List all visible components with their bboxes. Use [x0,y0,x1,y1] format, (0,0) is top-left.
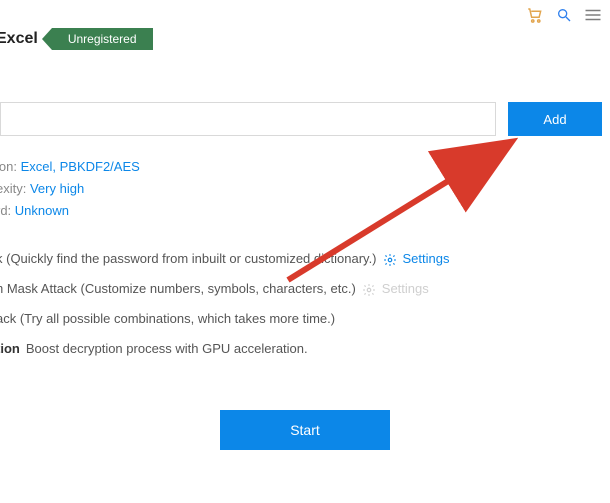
file-row: Add [0,102,610,136]
file-details: ion: Excel, PBKDF2/AES exity: Very high … [0,156,610,222]
complexity-row: exity: Very high [0,178,610,200]
unregistered-badge: Unregistered [52,28,153,50]
password-value: Unknown [15,203,69,218]
attack-options: k (Quickly find the password from inbuil… [0,244,610,364]
complexity-label: exity: [0,181,26,196]
bruteforce-attack-option[interactable]: ack (Try all possible combinations, whic… [0,304,610,334]
gear-icon[interactable] [383,244,397,274]
encryption-value: Excel, PBKDF2/AES [21,159,140,174]
mask-settings-link: Settings [382,274,429,304]
dictionary-attack-text: k (Quickly find the password from inbuil… [0,244,377,274]
file-path-input[interactable] [0,102,496,136]
topbar [526,6,602,27]
start-button[interactable]: Start [220,410,390,450]
gpu-option-bold: tion [0,334,20,364]
gpu-option[interactable]: tion Boost decryption process with GPU a… [0,334,610,364]
gear-icon [362,274,376,304]
menu-icon[interactable] [584,8,602,25]
dictionary-settings-link[interactable]: Settings [403,244,450,274]
dictionary-attack-option[interactable]: k (Quickly find the password from inbuil… [0,244,610,274]
complexity-value: Very high [30,181,84,196]
search-icon[interactable] [556,7,572,26]
encryption-row: ion: Excel, PBKDF2/AES [0,156,610,178]
bruteforce-attack-text: ack (Try all possible combinations, whic… [0,304,335,334]
header: Excel Unregistered [0,0,610,50]
cart-icon[interactable] [526,6,544,27]
password-label: rd: [0,203,11,218]
mask-attack-option[interactable]: h Mask Attack (Customize numbers, symbol… [0,274,610,304]
app-title: Excel [0,30,38,48]
add-button[interactable]: Add [508,102,602,136]
mask-attack-text: h Mask Attack (Customize numbers, symbol… [0,274,356,304]
encryption-label: ion: [0,159,17,174]
password-row: rd: Unknown [0,200,610,222]
gpu-option-text: Boost decryption process with GPU accele… [26,334,308,364]
